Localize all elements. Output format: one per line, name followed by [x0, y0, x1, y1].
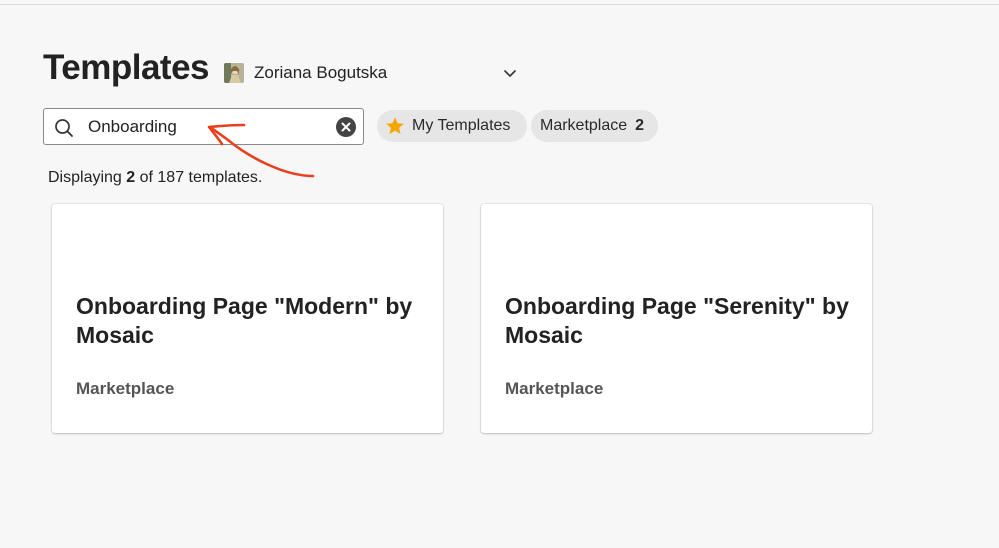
top-divider	[0, 4, 999, 5]
avatar	[224, 63, 244, 83]
card-source: Marketplace	[505, 379, 604, 398]
user-switcher[interactable]: Zoriana Bogutska	[224, 61, 520, 85]
marketplace-count: 2	[635, 117, 645, 134]
results-prefix: Displaying	[48, 169, 127, 186]
marketplace-label: Marketplace	[540, 117, 628, 134]
results-shown: 2	[126, 169, 136, 186]
card-title: Onboarding Page "Serenity" by Mosaic	[505, 293, 849, 348]
card-title: Onboarding Page "Modern" by Mosaic	[76, 293, 413, 348]
template-card[interactable]: Onboarding Page "Modern" by Mosaic Marke…	[52, 204, 443, 433]
card-source: Marketplace	[76, 379, 175, 398]
page-title: Templates	[43, 48, 210, 87]
my-templates-label: My Templates	[412, 117, 511, 134]
user-name: Zoriana Bogutska	[254, 63, 388, 82]
search-box[interactable]	[43, 108, 364, 145]
template-card[interactable]: Onboarding Page "Serenity" by Mosaic Mar…	[481, 204, 872, 433]
marketplace-filter[interactable]: Marketplace 2	[531, 110, 658, 142]
star-icon	[385, 116, 405, 136]
results-summary: Displaying 2 of 187 templates.	[48, 169, 262, 187]
my-templates-filter[interactable]: My Templates	[377, 110, 527, 142]
search-icon	[54, 118, 74, 138]
search-input[interactable]	[88, 114, 328, 140]
chevron-down-icon[interactable]	[502, 65, 518, 81]
results-suffix: of 187 templates.	[135, 169, 263, 186]
clear-icon[interactable]	[336, 117, 356, 137]
